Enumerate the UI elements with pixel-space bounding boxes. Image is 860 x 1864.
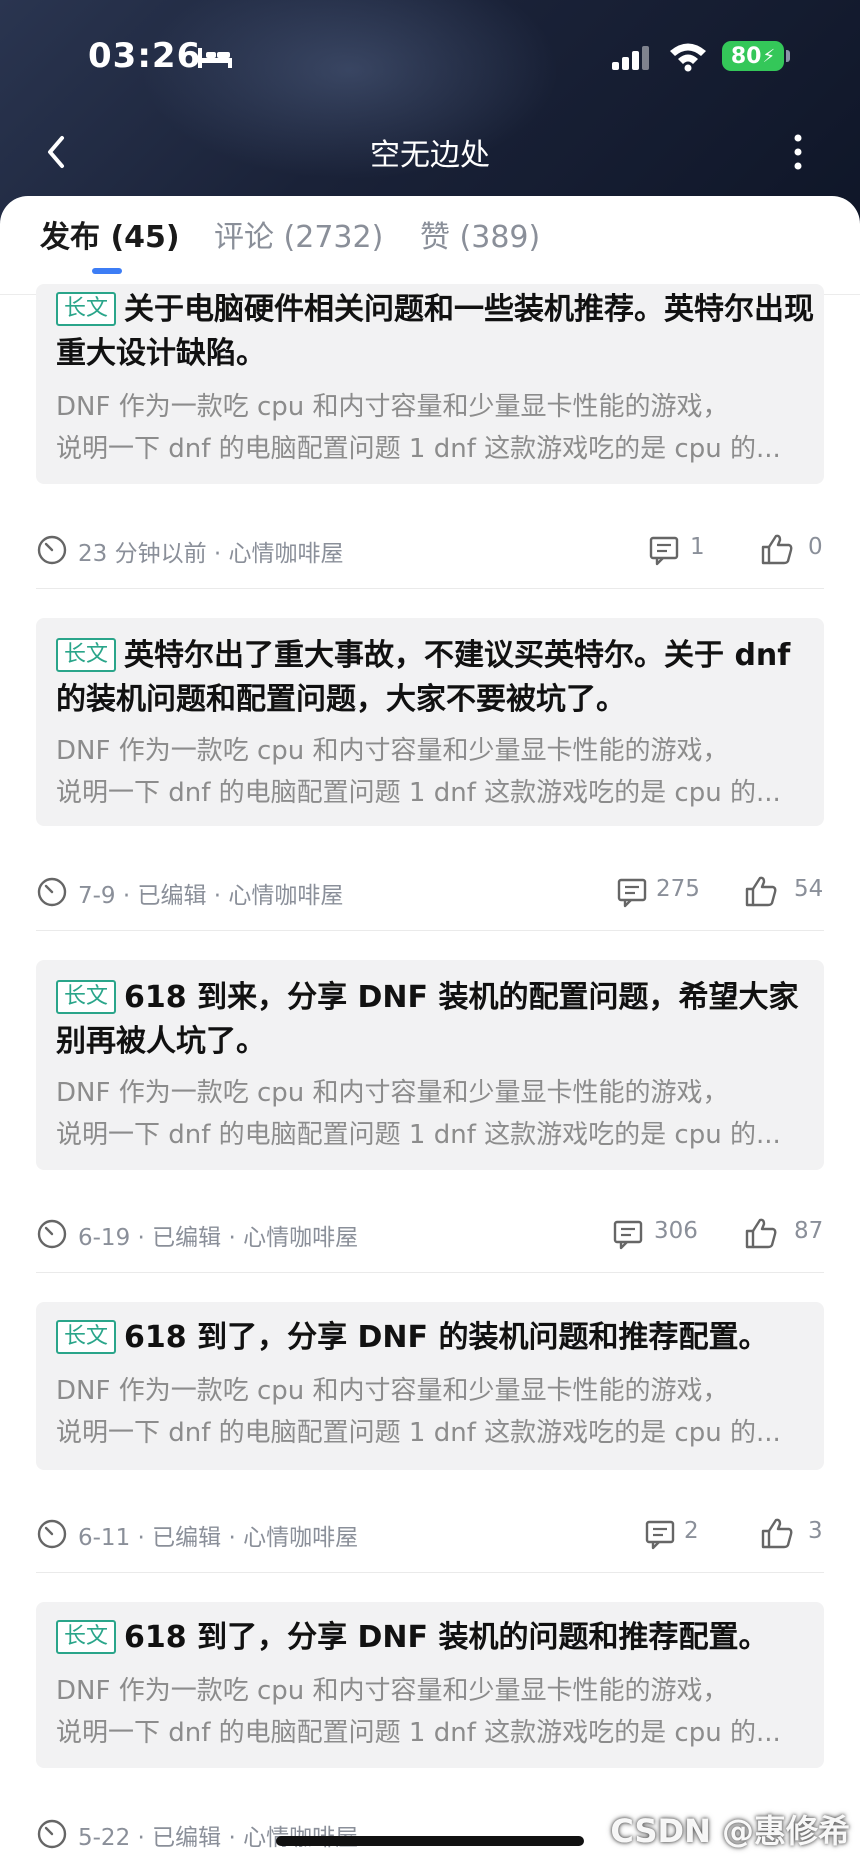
excerpt-line-1: DNF 作为一款吃 cpu 和内寸容量和少量显卡性能的游戏， bbox=[56, 392, 729, 422]
comment-icon[interactable] bbox=[612, 1218, 644, 1250]
post-title[interactable]: 长文 618 到来，分享 DNF 装机的配置问题，希望大家别再被人坑了。 bbox=[56, 976, 816, 1064]
post-title-text: 618 到了，分享 DNF 装机的问题和推荐配置。 bbox=[124, 1620, 769, 1655]
post-meta-text: 6-11 · 已编辑 · 心情咖啡屋 bbox=[78, 1525, 359, 1551]
clock-icon bbox=[37, 1819, 67, 1849]
post-meta-text: 6-19 · 已编辑 · 心情咖啡屋 bbox=[78, 1225, 359, 1251]
comment-count: 1 bbox=[690, 534, 705, 560]
excerpt-line-2: 说明一下 dnf 的电脑配置问题 1 dnf 这款游戏吃的是 cpu 的... bbox=[56, 1418, 781, 1448]
home-indicator[interactable] bbox=[276, 1836, 584, 1846]
post-card[interactable]: 长文 关于电脑硬件相关问题和一些装机推荐。英特尔出现重大设计缺陷。 DNF 作为一… bbox=[36, 284, 824, 484]
excerpt-line-2: 说明一下 dnf 的电脑配置问题 1 dnf 这款游戏吃的是 cpu 的... bbox=[56, 1718, 781, 1748]
nav-bar: 空无边处 bbox=[0, 120, 860, 184]
clock-icon bbox=[37, 1219, 67, 1249]
more-options-icon[interactable] bbox=[786, 130, 810, 174]
charging-icon: ⚡ bbox=[762, 45, 776, 67]
comment-icon[interactable] bbox=[616, 876, 648, 908]
clock-icon bbox=[37, 877, 67, 907]
tab-likes[interactable]: 赞 (389) bbox=[420, 212, 540, 256]
long-article-tag: 长文 bbox=[56, 980, 117, 1014]
tab-comments[interactable]: 评论 (2732) bbox=[214, 212, 383, 256]
long-article-tag: 长文 bbox=[56, 292, 117, 326]
post-title-text: 618 到了，分享 DNF 的装机问题和推荐配置。 bbox=[124, 1320, 769, 1355]
tab-posts[interactable]: 发布 (45) bbox=[40, 212, 180, 256]
post-title[interactable]: 长文 618 到了，分享 DNF 的装机问题和推荐配置。 bbox=[56, 1316, 816, 1360]
like-count: 87 bbox=[794, 1218, 824, 1244]
profile-name-title: 空无边处 bbox=[370, 138, 490, 173]
post-meta: 23 分钟以前 · 心情咖啡屋 1 0 bbox=[36, 532, 824, 572]
post-divider bbox=[36, 930, 824, 931]
excerpt-line-2: 说明一下 dnf 的电脑配置问题 1 dnf 这款游戏吃的是 cpu 的... bbox=[56, 1120, 781, 1150]
thumbs-up-icon[interactable] bbox=[760, 532, 794, 566]
status-time: 03:26 bbox=[88, 36, 202, 76]
post-excerpt: DNF 作为一款吃 cpu 和内寸容量和少量显卡性能的游戏， 说明一下 dnf … bbox=[56, 386, 816, 470]
clock-icon bbox=[37, 535, 67, 565]
clock-icon bbox=[37, 1519, 67, 1549]
battery-indicator: 80 ⚡ bbox=[722, 41, 784, 71]
long-article-tag: 长文 bbox=[56, 1620, 117, 1654]
excerpt-line-1: DNF 作为一款吃 cpu 和内寸容量和少量显卡性能的游戏， bbox=[56, 736, 729, 766]
post-excerpt: DNF 作为一款吃 cpu 和内寸容量和少量显卡性能的游戏， 说明一下 dnf … bbox=[56, 1370, 816, 1454]
post-excerpt: DNF 作为一款吃 cpu 和内寸容量和少量显卡性能的游戏， 说明一下 dnf … bbox=[56, 1072, 816, 1156]
post-meta-text: 5-22 · 已编辑 · 心情咖啡屋 bbox=[78, 1825, 359, 1851]
post-card[interactable]: 长文 618 到了，分享 DNF 装机的问题和推荐配置。 DNF 作为一款吃 cp… bbox=[36, 1602, 824, 1768]
comment-count: 2 bbox=[684, 1518, 699, 1544]
post-title-text: 英特尔出了重大事故，不建议买英特尔。关于 dnf 的装机问题和配置问题，大家不要… bbox=[56, 638, 791, 717]
post-title[interactable]: 长文 关于电脑硬件相关问题和一些装机推荐。英特尔出现重大设计缺陷。 bbox=[56, 288, 816, 376]
excerpt-line-1: DNF 作为一款吃 cpu 和内寸容量和少量显卡性能的游戏， bbox=[56, 1376, 729, 1406]
excerpt-line-2: 说明一下 dnf 的电脑配置问题 1 dnf 这款游戏吃的是 cpu 的... bbox=[56, 434, 781, 464]
post-card[interactable]: 长文 618 到了，分享 DNF 的装机问题和推荐配置。 DNF 作为一款吃 cp… bbox=[36, 1302, 824, 1470]
post-meta: 6-11 · 已编辑 · 心情咖啡屋 2 3 bbox=[36, 1516, 824, 1556]
long-article-tag: 长文 bbox=[56, 638, 117, 672]
comment-count: 275 bbox=[656, 876, 700, 902]
like-count: 0 bbox=[808, 534, 823, 560]
bed-icon bbox=[198, 48, 232, 68]
post-title-text: 618 到来，分享 DNF 装机的配置问题，希望大家别再被人坑了。 bbox=[56, 980, 799, 1059]
battery-cap bbox=[786, 50, 790, 62]
cellular-signal-icon bbox=[612, 46, 649, 70]
post-excerpt: DNF 作为一款吃 cpu 和内寸容量和少量显卡性能的游戏， 说明一下 dnf … bbox=[56, 1670, 816, 1754]
post-divider bbox=[36, 1572, 824, 1573]
post-meta: 7-9 · 已编辑 · 心情咖啡屋 275 54 bbox=[36, 874, 824, 914]
post-title[interactable]: 长文 英特尔出了重大事故，不建议买英特尔。关于 dnf 的装机问题和配置问题，大家… bbox=[56, 634, 816, 722]
post-card[interactable]: 长文 英特尔出了重大事故，不建议买英特尔。关于 dnf 的装机问题和配置问题，大家… bbox=[36, 618, 824, 826]
post-meta-text: 7-9 · 已编辑 · 心情咖啡屋 bbox=[78, 883, 344, 909]
comment-icon[interactable] bbox=[644, 1518, 676, 1550]
battery-level: 80 bbox=[730, 43, 762, 69]
tab-bar: 发布 (45) 评论 (2732) 赞 (389) bbox=[0, 212, 860, 295]
long-article-tag: 长文 bbox=[56, 1320, 117, 1354]
post-meta-text: 23 分钟以前 · 心情咖啡屋 bbox=[78, 541, 344, 567]
thumbs-up-icon[interactable] bbox=[760, 1516, 794, 1550]
watermark: CSDN @惠修希 bbox=[610, 1812, 850, 1850]
excerpt-line-2: 说明一下 dnf 的电脑配置问题 1 dnf 这款游戏吃的是 cpu 的... bbox=[56, 778, 781, 808]
thumbs-up-icon[interactable] bbox=[744, 874, 778, 908]
excerpt-line-1: DNF 作为一款吃 cpu 和内寸容量和少量显卡性能的游戏， bbox=[56, 1676, 729, 1706]
wifi-icon bbox=[670, 43, 706, 72]
status-bar: 03:26 80 ⚡ bbox=[0, 28, 860, 88]
post-excerpt: DNF 作为一款吃 cpu 和内寸容量和少量显卡性能的游戏， 说明一下 dnf … bbox=[56, 730, 816, 814]
comment-count: 306 bbox=[654, 1218, 698, 1244]
active-tab-indicator bbox=[92, 268, 122, 274]
comment-icon[interactable] bbox=[648, 534, 680, 566]
like-count: 54 bbox=[794, 876, 824, 902]
post-card[interactable]: 长文 618 到来，分享 DNF 装机的配置问题，希望大家别再被人坑了。 DNF … bbox=[36, 960, 824, 1170]
like-count: 3 bbox=[808, 1518, 823, 1544]
post-divider bbox=[36, 588, 824, 589]
excerpt-line-1: DNF 作为一款吃 cpu 和内寸容量和少量显卡性能的游戏， bbox=[56, 1078, 729, 1108]
post-meta: 6-19 · 已编辑 · 心情咖啡屋 306 87 bbox=[36, 1216, 824, 1256]
post-title[interactable]: 长文 618 到了，分享 DNF 装机的问题和推荐配置。 bbox=[56, 1616, 816, 1660]
thumbs-up-icon[interactable] bbox=[744, 1216, 778, 1250]
post-title-text: 关于电脑硬件相关问题和一些装机推荐。英特尔出现重大设计缺陷。 bbox=[56, 292, 815, 371]
post-divider bbox=[36, 1272, 824, 1273]
